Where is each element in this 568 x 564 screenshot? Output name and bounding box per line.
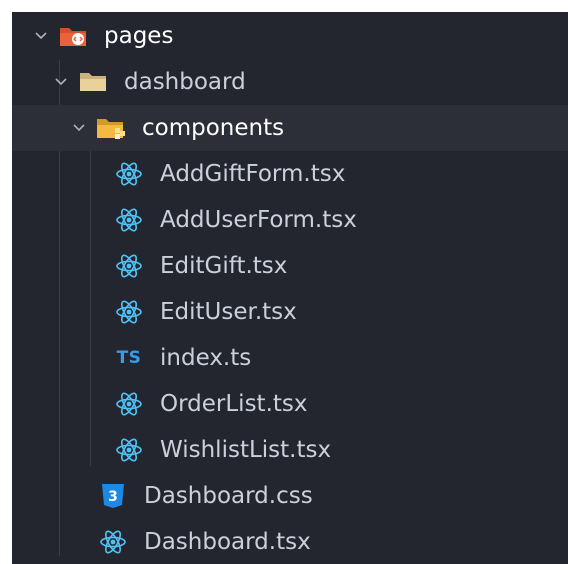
typescript-icon: TS: [114, 345, 144, 371]
tree-item-file[interactable]: 3 Dashboard.css: [12, 473, 568, 519]
folder-icon: [78, 69, 108, 95]
react-icon: [98, 529, 128, 555]
file-explorer: pages dashboard components AddGiftForm.t…: [12, 12, 568, 564]
tree-item-dashboard[interactable]: dashboard: [12, 59, 568, 105]
chevron-down-icon: [50, 71, 72, 93]
tree-item-label: Dashboard.tsx: [144, 529, 311, 555]
react-icon: [114, 299, 144, 325]
tree-item-label: EditUser.tsx: [160, 299, 297, 325]
react-icon: [114, 391, 144, 417]
tree-item-label: AddUserForm.tsx: [160, 207, 357, 233]
tree-item-label: OrderList.tsx: [160, 391, 308, 417]
tree-item-file[interactable]: OrderList.tsx: [12, 381, 568, 427]
typescript-badge: TS: [116, 348, 142, 368]
tree-item-components[interactable]: components: [12, 105, 568, 151]
tree-item-label: index.ts: [160, 345, 252, 371]
css-badge: 3: [108, 489, 118, 505]
tree-item-file[interactable]: EditGift.tsx: [12, 243, 568, 289]
react-icon: [114, 207, 144, 233]
tree-item-file[interactable]: Dashboard.tsx: [12, 519, 568, 564]
tree-item-file[interactable]: WishlistList.tsx: [12, 427, 568, 473]
tree-item-label: dashboard: [124, 69, 246, 95]
tree-item-label: AddGiftForm.tsx: [160, 161, 346, 187]
tree-item-file[interactable]: TS index.ts: [12, 335, 568, 381]
react-icon: [114, 161, 144, 187]
react-icon: [114, 253, 144, 279]
tree-item-file[interactable]: EditUser.tsx: [12, 289, 568, 335]
components-folder-icon: [96, 115, 126, 141]
tree-item-pages[interactable]: pages: [12, 13, 568, 59]
tree-item-label: Dashboard.css: [144, 483, 313, 509]
tree-item-file[interactable]: AddGiftForm.tsx: [12, 151, 568, 197]
chevron-down-icon: [30, 25, 52, 47]
css-icon: 3: [98, 483, 128, 509]
tree-item-label: pages: [104, 23, 174, 49]
tree-item-file[interactable]: AddUserForm.tsx: [12, 197, 568, 243]
react-icon: [114, 437, 144, 463]
chevron-down-icon: [68, 117, 90, 139]
tree-item-label: EditGift.tsx: [160, 253, 288, 279]
pages-folder-icon: [58, 23, 88, 49]
tree-item-label: components: [142, 115, 285, 141]
tree-item-label: WishlistList.tsx: [160, 437, 332, 463]
